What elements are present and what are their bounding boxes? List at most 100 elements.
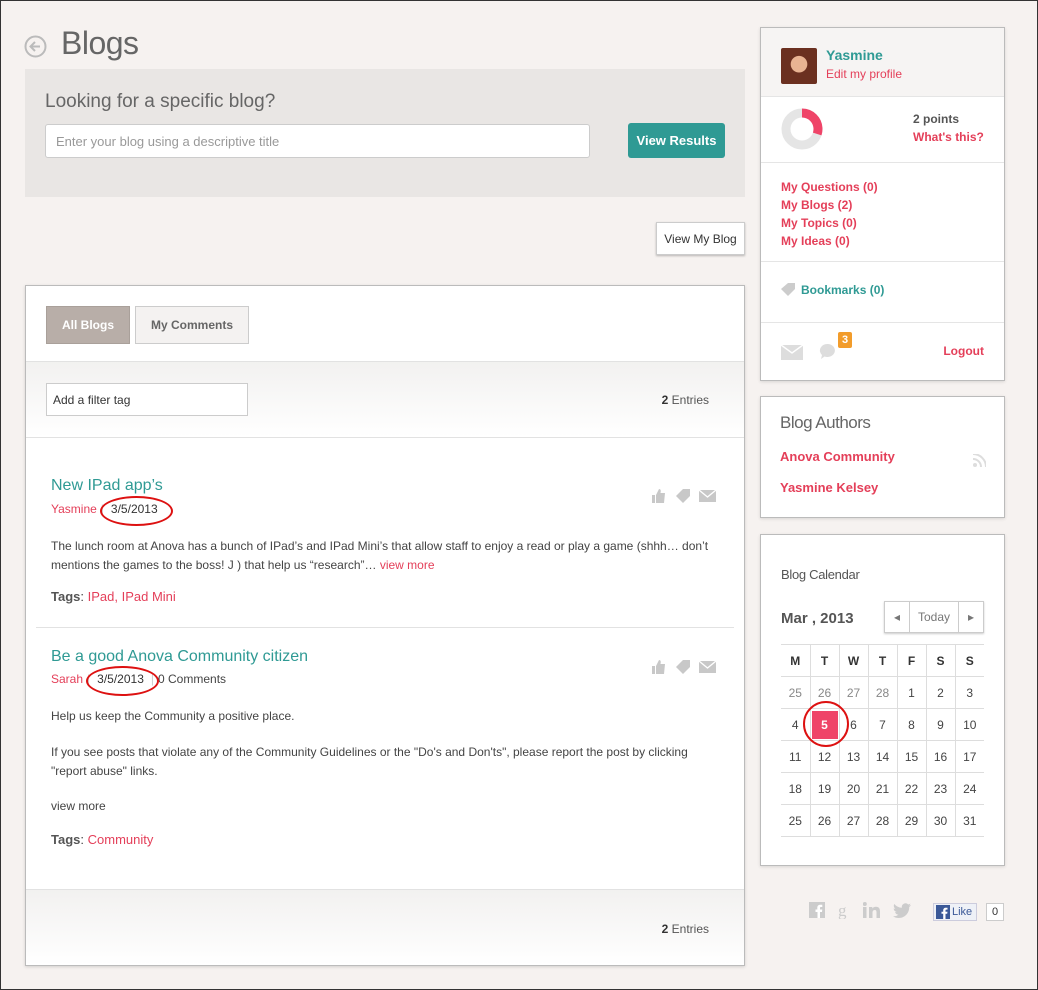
author-link[interactable]: Yasmine Kelsey xyxy=(780,480,878,495)
calendar-day[interactable]: 15 xyxy=(896,740,927,773)
calendar-day[interactable]: 24 xyxy=(954,772,984,805)
facebook-like-button[interactable]: Like xyxy=(933,903,977,921)
calendar-day[interactable]: 22 xyxy=(896,772,927,805)
calendar-day[interactable]: 31 xyxy=(954,804,984,837)
back-arrow-icon[interactable] xyxy=(24,35,47,58)
like-count: 0 xyxy=(986,903,1004,921)
tab-all-blogs[interactable]: All Blogs xyxy=(46,306,130,344)
my-ideas-link[interactable]: My Ideas (0) xyxy=(781,234,850,248)
post-title[interactable]: New IPad app’s xyxy=(51,477,163,495)
twitter-icon[interactable] xyxy=(893,902,911,918)
avatar[interactable] xyxy=(781,48,817,84)
calendar-day[interactable]: 26 xyxy=(809,804,840,837)
weekday-header: S xyxy=(925,644,956,677)
calendar-day[interactable]: 28 xyxy=(867,676,898,709)
facebook-icon[interactable] xyxy=(809,902,825,918)
my-questions-link[interactable]: My Questions (0) xyxy=(781,180,878,194)
calendar-day[interactable]: 19 xyxy=(809,772,840,805)
weekday-header: W xyxy=(838,644,869,677)
post-body: The lunch room at Anova has a bunch of I… xyxy=(51,539,709,572)
comment-count[interactable]: 0 Comments xyxy=(158,672,226,686)
calendar-day[interactable]: 25 xyxy=(781,676,811,709)
notification-badge: 3 xyxy=(838,332,852,348)
calendar-day[interactable]: 7 xyxy=(867,708,898,741)
calendar-day[interactable]: 20 xyxy=(838,772,869,805)
calendar-day[interactable]: 5 xyxy=(803,700,849,747)
like-icon[interactable] xyxy=(651,489,666,503)
post-title[interactable]: Be a good Anova Community citizen xyxy=(51,648,308,666)
email-icon[interactable] xyxy=(699,661,716,673)
calendar-day[interactable]: 14 xyxy=(867,740,898,773)
calendar-day[interactable]: 17 xyxy=(954,740,984,773)
view-my-blog-button[interactable]: View My Blog xyxy=(656,222,745,255)
google-plus-icon[interactable]: g xyxy=(837,901,851,919)
author-link[interactable]: Anova Community xyxy=(780,449,895,464)
calendar-day[interactable]: 10 xyxy=(954,708,984,741)
bookmarks-link[interactable]: Bookmarks (0) xyxy=(801,283,884,297)
calendar-day[interactable]: 1 xyxy=(896,676,927,709)
selected-day[interactable]: 5 xyxy=(811,710,838,739)
post-author[interactable]: Sarah xyxy=(51,672,83,686)
calendar-day[interactable]: 18 xyxy=(781,772,811,805)
authors-heading: Blog Authors xyxy=(780,413,871,432)
blog-search-input[interactable] xyxy=(45,124,590,158)
notifications-icon[interactable] xyxy=(819,343,836,360)
weekday-header: F xyxy=(896,644,927,677)
calendar-day[interactable]: 23 xyxy=(925,772,956,805)
weekday-header: M xyxy=(781,644,811,677)
calendar-day[interactable]: 13 xyxy=(838,740,869,773)
tab-my-comments[interactable]: My Comments xyxy=(135,306,249,344)
calendar-heading: Blog Calendar xyxy=(781,567,860,582)
tag-link[interactable]: IPad xyxy=(88,589,115,604)
blog-calendar-card: Blog Calendar Mar , 2013 ◂ Today ▸ MTWTF… xyxy=(760,534,1005,866)
linkedin-icon[interactable] xyxy=(863,902,881,918)
calendar-day[interactable]: 21 xyxy=(867,772,898,805)
calendar-day[interactable]: 9 xyxy=(925,708,956,741)
email-icon[interactable] xyxy=(699,490,716,502)
next-month-button[interactable]: ▸ xyxy=(959,602,983,632)
weekday-header: S xyxy=(954,644,984,677)
messages-icon[interactable] xyxy=(781,345,803,360)
calendar-day[interactable]: 25 xyxy=(781,804,811,837)
post-tags: Tags: IPad, IPad Mini xyxy=(51,589,176,604)
calendar-day[interactable]: 28 xyxy=(867,804,898,837)
view-results-button[interactable]: View Results xyxy=(628,123,725,158)
calendar-grid: MTWTFSS 25 26 27 28 1 2 3 4 5 6 7 8 9 10 11 12 13 14 15 16 1… xyxy=(781,644,984,837)
edit-profile-link[interactable]: Edit my profile xyxy=(826,67,902,81)
prev-month-button[interactable]: ◂ xyxy=(885,602,910,632)
today-button[interactable]: Today xyxy=(910,602,959,632)
caret-left-icon: ◂ xyxy=(893,610,901,624)
post-date: 3/5/2013 xyxy=(99,496,173,526)
tag-link[interactable]: IPad Mini xyxy=(122,589,176,604)
calendar-day[interactable]: 29 xyxy=(896,804,927,837)
view-more-link[interactable]: view more xyxy=(51,797,106,816)
post-body: If you see posts that violate any of the… xyxy=(51,745,688,778)
calendar-day[interactable]: 27 xyxy=(838,804,869,837)
calendar-day[interactable]: 8 xyxy=(896,708,927,741)
entries-count-bottom: 2 Entries xyxy=(661,922,709,936)
filter-tag-input[interactable] xyxy=(46,383,248,416)
bookmark-icon[interactable] xyxy=(675,660,690,674)
calendar-day[interactable]: 30 xyxy=(925,804,956,837)
social-links: g xyxy=(809,901,911,919)
blog-list-panel: All Blogs My Comments 2 Entries New IPad… xyxy=(25,285,745,966)
user-name[interactable]: Yasmine xyxy=(826,47,883,63)
search-heading: Looking for a specific blog? xyxy=(45,91,276,112)
my-blogs-link[interactable]: My Blogs (2) xyxy=(781,198,852,212)
logout-link[interactable]: Logout xyxy=(943,344,984,358)
view-more-link[interactable]: view more xyxy=(380,558,435,572)
bookmark-icon[interactable] xyxy=(675,489,690,503)
calendar-day[interactable]: 16 xyxy=(925,740,956,773)
calendar-day[interactable]: 11 xyxy=(781,740,811,773)
my-topics-link[interactable]: My Topics (0) xyxy=(781,216,857,230)
calendar-day[interactable]: 2 xyxy=(925,676,956,709)
caret-right-icon: ▸ xyxy=(967,610,975,624)
tag-link[interactable]: Community xyxy=(88,832,154,847)
rss-icon[interactable] xyxy=(973,454,986,467)
calendar-day[interactable]: 3 xyxy=(954,676,984,709)
post-author[interactable]: Yasmine xyxy=(51,502,97,516)
post-tags: Tags: Community xyxy=(51,832,154,847)
whats-this-link[interactable]: What's this? xyxy=(913,130,984,144)
calendar-day[interactable]: 27 xyxy=(838,676,869,709)
like-icon[interactable] xyxy=(651,660,666,674)
